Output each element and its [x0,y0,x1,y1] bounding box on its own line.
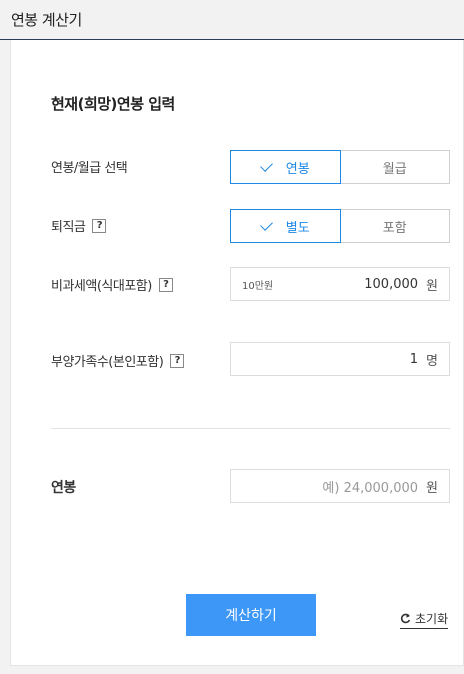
annual-salary-input[interactable]: 예) 24,000,000 원 [230,469,450,503]
severance-option-included[interactable]: 포함 [340,209,450,243]
option-label: 월급 [382,161,407,177]
dependents-value: 1 [409,351,419,367]
salary-type-label-text: 연봉/월급 선택 [51,161,128,176]
option-label: 연봉 [285,161,310,177]
check-icon [259,217,273,231]
salary-type-label: 연봉/월급 선택 [51,157,128,176]
section-title: 현재(희망)연봉 입력 [51,95,175,113]
check-icon [259,158,273,172]
reset-button[interactable]: 초기화 [400,610,449,629]
nontax-input[interactable]: 10만원 100,000 원 [230,267,450,301]
salary-type-option-monthly[interactable]: 월급 [340,150,450,184]
severance-label-text: 퇴직금 [51,220,86,235]
divider [51,428,450,429]
dependents-unit: 명 [426,353,438,369]
dependents-label-text: 부양가족수(본인포함) [51,355,164,370]
dependents-input[interactable]: 1 명 [230,342,450,376]
dependents-label: 부양가족수(본인포함) ? [51,351,185,370]
annual-unit: 원 [426,480,438,496]
reset-label: 초기화 [415,612,449,626]
severance-toggle: 별도 포함 [230,209,450,243]
nontax-unit: 원 [426,278,438,294]
severance-label: 퇴직금 ? [51,216,107,235]
help-icon[interactable]: ? [92,218,107,233]
nontax-value: 100,000 [364,276,419,292]
severance-option-separate[interactable]: 별도 [230,209,341,243]
help-icon[interactable]: ? [158,277,173,292]
salary-type-option-annual[interactable]: 연봉 [230,150,341,184]
page-title: 연봉 계산기 [11,11,82,29]
calculate-button[interactable]: 계산하기 [186,594,316,636]
nontax-label-text: 비과세액(식대포함) [51,279,152,294]
annual-placeholder: 예) 24,000,000 [322,480,419,496]
option-label: 포함 [382,220,407,236]
annual-label-text: 연봉 [51,480,76,496]
help-icon[interactable]: ? [170,353,185,368]
option-label: 별도 [285,220,310,236]
nontax-hint: 10만원 [242,280,274,292]
salary-type-toggle: 연봉 월급 [230,150,450,184]
header-bar: 연봉 계산기 [0,0,464,40]
annual-label: 연봉 [51,477,76,497]
nontax-label: 비과세액(식대포함) ? [51,275,173,294]
refresh-icon [400,613,411,624]
